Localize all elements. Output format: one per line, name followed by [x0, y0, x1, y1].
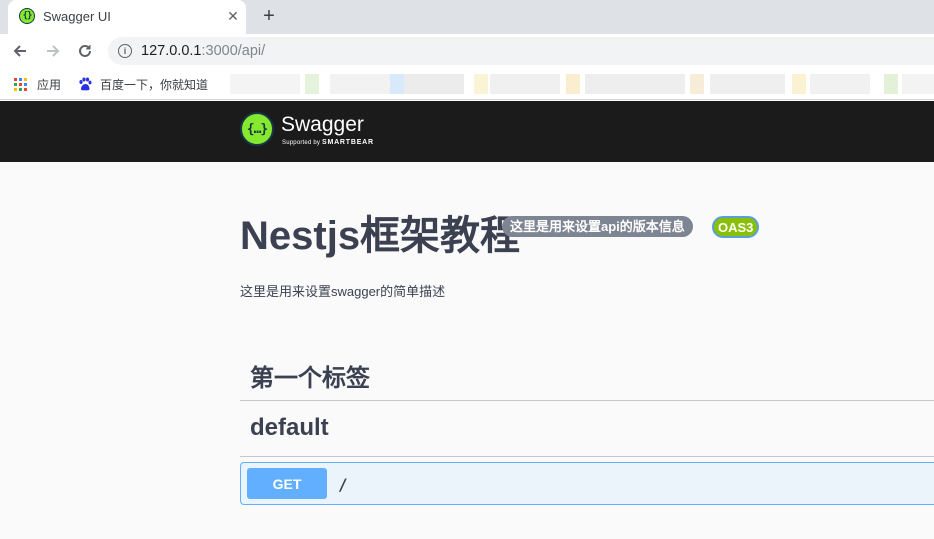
swagger-topbar: {…} Swagger Supported by SMARTBEAR	[0, 101, 934, 162]
tab-swagger-ui[interactable]: {} Swagger UI ✕	[8, 0, 246, 34]
page-title: Nestjs框架教程	[240, 214, 521, 258]
baidu-paw-icon	[78, 77, 92, 91]
apps-grid-icon	[14, 77, 27, 91]
blurred-bookmark	[585, 74, 685, 94]
url-text: 127.0.0.1:3000/api/	[141, 43, 265, 59]
bookmarks-bar: 应用 百度一下，你就知道	[0, 68, 934, 100]
operation-get-root[interactable]: GET /	[240, 462, 934, 505]
swagger-favicon-icon: {}	[19, 8, 35, 24]
blurred-bookmark	[330, 74, 390, 94]
operation-path: /	[338, 475, 348, 494]
version-badge: 这里是用来设置api的版本信息	[502, 216, 693, 237]
blurred-bookmark	[710, 74, 785, 94]
swagger-wordmark: Swagger	[281, 113, 364, 136]
api-description: 这里是用来设置swagger的简单描述	[240, 284, 446, 299]
tagline-prefix: Supported by	[282, 140, 322, 146]
reload-icon[interactable]	[74, 40, 96, 62]
blurred-bookmark	[230, 74, 300, 94]
blurred-bookmark	[566, 74, 580, 94]
close-icon[interactable]: ✕	[224, 7, 242, 25]
info-icon[interactable]: i	[118, 44, 132, 58]
bookmark-baidu[interactable]: 百度一下，你就知道	[78, 75, 208, 93]
swagger-logo-text: Swagger Supported by SMARTBEAR	[281, 112, 391, 146]
bookmark-apps-label: 应用	[37, 77, 62, 92]
blurred-bookmark	[305, 74, 319, 94]
blurred-bookmark	[902, 74, 934, 94]
tag-name: default	[250, 414, 329, 441]
url-host: 127.0.0.1	[141, 43, 202, 59]
swagger-logo-icon: {…}	[240, 112, 274, 146]
blurred-bookmark	[490, 74, 560, 94]
blurred-bookmark	[690, 74, 704, 94]
blurred-bookmark	[884, 74, 898, 94]
browser-tabstrip: {} Swagger UI ✕ +	[0, 0, 934, 34]
bookmark-apps[interactable]: 应用	[14, 75, 61, 93]
new-tab-button[interactable]: +	[258, 5, 280, 27]
tab-title: Swagger UI	[43, 9, 111, 24]
address-bar[interactable]: i 127.0.0.1:3000/api/	[108, 37, 934, 65]
tag-name: 第一个标签	[250, 365, 370, 392]
swagger-logo[interactable]: {…} Swagger Supported by SMARTBEAR	[240, 112, 391, 146]
smartbear-tagline: Supported by SMARTBEAR	[282, 139, 374, 146]
blurred-bookmark	[474, 74, 488, 94]
tag-section-first[interactable]: 第一个标签	[240, 344, 934, 401]
bookmark-baidu-label: 百度一下，你就知道	[100, 77, 209, 92]
forward-arrow-icon[interactable]	[42, 40, 64, 62]
http-method-badge: GET	[247, 468, 327, 499]
back-arrow-icon[interactable]	[9, 40, 31, 62]
blurred-bookmark	[810, 74, 870, 94]
tagline-brand: SMARTBEAR	[321, 139, 374, 146]
blurred-bookmark	[390, 74, 404, 94]
blurred-bookmark	[404, 74, 464, 94]
oas-badge: OAS3	[712, 216, 760, 238]
blurred-bookmark	[792, 74, 806, 94]
url-path: :3000/api/	[201, 43, 266, 59]
browser-toolbar: i 127.0.0.1:3000/api/	[0, 34, 934, 68]
tag-section-default[interactable]: default	[240, 400, 934, 457]
